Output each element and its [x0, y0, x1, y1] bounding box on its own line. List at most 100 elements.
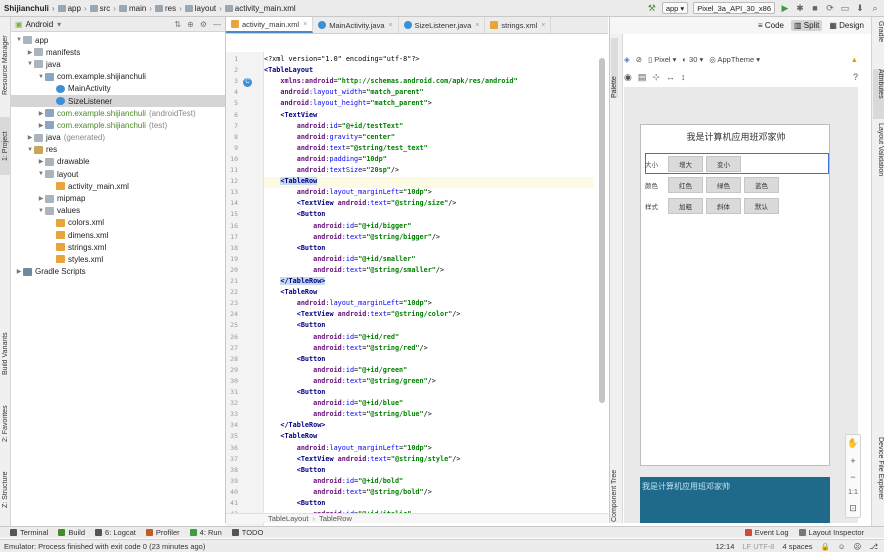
tree-item[interactable]: strings.xml — [11, 241, 225, 253]
file-encoding[interactable]: LF UTF-8 — [742, 542, 774, 551]
collapsed-arrow-icon[interactable]: ▶ — [37, 195, 45, 202]
code-line[interactable]: <TableRow — [264, 432, 317, 443]
code-line[interactable]: <Button — [264, 355, 326, 366]
tree-item[interactable]: styles.xml — [11, 253, 225, 265]
code-line[interactable]: android:text="@string/blue"/> — [264, 410, 432, 421]
code-line[interactable]: android:id="@+id/testText" — [264, 122, 403, 133]
code-line[interactable]: <Button — [264, 210, 326, 221]
help-icon[interactable]: ? — [853, 72, 858, 82]
warning-icon[interactable]: ▲ — [851, 55, 858, 64]
favorites-tab[interactable]: 2: Favorites — [0, 395, 11, 453]
sync-icon[interactable]: ⟳ — [825, 3, 835, 13]
collapsed-arrow-icon[interactable]: ▶ — [37, 158, 45, 165]
device-selector[interactable]: ▯ Pixel ▾ — [648, 55, 676, 64]
tree-item[interactable]: ▶ mipmap — [11, 192, 225, 204]
code-line[interactable]: android:layout_marginLeft="10dp"> — [264, 444, 432, 455]
breadcrumb-item[interactable]: Shijianchuli › — [4, 4, 55, 13]
bottom-tool-button[interactable]: Build — [58, 528, 85, 537]
search-icon[interactable]: ⌕ — [870, 3, 880, 13]
code-line[interactable]: android:layout_height="match_parent"> — [264, 99, 431, 110]
expanded-arrow-icon[interactable]: ▼ — [26, 147, 34, 153]
pack-horizontal-icon[interactable]: ↔ — [666, 72, 675, 82]
debug-icon[interactable]: ✱ — [795, 3, 805, 13]
module-selector[interactable]: app ▾ — [661, 2, 689, 14]
tree-item[interactable]: colors.xml — [11, 217, 225, 229]
avd-manager-icon[interactable]: ▭ — [840, 3, 850, 13]
code-line[interactable]: </TableRow> — [264, 277, 326, 288]
code-line[interactable]: android:id="@+id/red" — [264, 333, 399, 344]
bottom-tool-button[interactable]: 4: Run — [189, 528, 222, 537]
palette-tab[interactable]: Palette — [611, 38, 618, 98]
smile-icon[interactable]: ☺ — [838, 542, 846, 551]
chevron-down-icon[interactable]: ▾ — [57, 20, 61, 29]
device-file-explorer-tab[interactable]: Device File Explorer — [873, 437, 884, 537]
collapse-all-icon[interactable]: ⇅ — [174, 20, 181, 29]
layers-icon[interactable]: ◈ — [624, 55, 630, 64]
code-area[interactable]: <?xml version="1.0" encoding="utf-8"?> <T… — [264, 52, 594, 530]
split-mode-button[interactable]: ▥ Split — [790, 20, 823, 31]
editor-tab[interactable]: activity_main.xml × — [226, 17, 314, 33]
collapsed-arrow-icon[interactable]: ▶ — [37, 122, 45, 129]
breadcrumb-item[interactable]: activity_main.xml — [224, 4, 296, 13]
event-log-button[interactable]: Event Log — [744, 528, 789, 537]
breadcrumb-item[interactable]: src › — [89, 4, 116, 13]
code-line[interactable]: android:text="@string/test_text" — [264, 144, 428, 155]
tree-item[interactable]: ▼ values — [11, 205, 225, 217]
bottom-tool-button[interactable]: Terminal — [10, 528, 48, 537]
tree-item[interactable]: ▼ java — [11, 58, 225, 70]
tree-item[interactable]: ▶ Gradle Scripts — [11, 266, 225, 278]
code-line[interactable]: <Button — [264, 388, 326, 399]
code-line[interactable]: android:id="@+id/bold" — [264, 477, 403, 488]
close-icon[interactable]: × — [475, 22, 479, 29]
code-line[interactable]: <TableRow — [264, 288, 317, 299]
expanded-arrow-icon[interactable]: ▼ — [37, 171, 45, 177]
code-line[interactable]: android:layout_width="match_parent" — [264, 88, 423, 99]
blueprint-icon[interactable]: ▤ — [638, 72, 647, 83]
code-line[interactable]: <TextView android:text="@string/style"/> — [264, 455, 461, 466]
xml-breadcrumb-item[interactable]: TableLayout — [268, 514, 308, 523]
code-line[interactable]: <TableRow — [264, 177, 594, 189]
preview-button[interactable]: 默认 — [744, 198, 779, 214]
code-line[interactable]: android:text="@string/bold"/> — [264, 488, 432, 499]
hammer-icon[interactable]: ⚒ — [647, 3, 657, 13]
tree-item[interactable]: ▶ com.example.shijianchuli (androidTest) — [11, 107, 225, 119]
close-icon[interactable]: × — [303, 21, 307, 28]
close-icon[interactable]: × — [389, 22, 393, 29]
code-line[interactable]: xmlns:android="http://schemas.android.co… — [264, 77, 517, 88]
expanded-arrow-icon[interactable]: ▼ — [37, 208, 45, 214]
preview-button[interactable]: 绿色 — [706, 177, 741, 193]
tree-item[interactable]: dimens.xml — [11, 229, 225, 241]
pack-vertical-icon[interactable]: ↕ — [681, 72, 686, 82]
code-line[interactable]: android:text="@string/smaller"/> — [264, 266, 444, 277]
zoom-out-icon[interactable]: − — [850, 472, 855, 482]
xml-breadcrumb-item[interactable]: TableRow — [319, 514, 352, 523]
attributes-tab[interactable]: Attributes — [873, 69, 884, 119]
class-marker-icon[interactable]: C — [243, 78, 252, 87]
tree-item[interactable]: MainActivity — [11, 83, 225, 95]
tree-item[interactable]: ▼ app — [11, 34, 225, 46]
code-line[interactable]: <Button — [264, 244, 326, 255]
breadcrumb-item[interactable]: res › — [154, 4, 182, 13]
eye-icon[interactable]: ◉ — [624, 72, 632, 83]
frown-icon[interactable]: ☹ — [854, 542, 862, 551]
tree-item[interactable]: ▶ drawable — [11, 156, 225, 168]
code-line[interactable]: android:text="@string/green"/> — [264, 377, 436, 388]
code-line[interactable]: android:text="@string/red"/> — [264, 344, 428, 355]
hide-icon[interactable]: — — [213, 20, 221, 29]
editor-scrollbar[interactable] — [599, 58, 605, 403]
collapsed-arrow-icon[interactable]: ▶ — [37, 110, 45, 117]
collapsed-arrow-icon[interactable]: ▶ — [26, 134, 34, 141]
code-line[interactable]: android:id="@+id/smaller" — [264, 255, 415, 266]
code-line[interactable]: <TextView — [264, 111, 317, 122]
tree-item[interactable]: ▼ com.example.shijianchuli — [11, 71, 225, 83]
tree-item[interactable]: SizeListener — [11, 94, 225, 108]
bottom-tool-button[interactable]: 6: Logcat — [95, 528, 136, 537]
tree-item[interactable]: ▼ layout — [11, 168, 225, 180]
dp-icon[interactable]: ⊹ — [652, 72, 660, 83]
api-selector[interactable]: ◐ 30 ▾ — [682, 55, 703, 64]
code-line[interactable]: <Button — [264, 466, 326, 477]
code-line[interactable]: <Button — [264, 499, 326, 510]
resource-manager-tab[interactable]: Resource Manager — [0, 17, 11, 113]
code-line[interactable]: android:text="@string/bigger"/> — [264, 233, 440, 244]
theme-selector[interactable]: ◎ AppTheme ▾ — [709, 55, 760, 64]
